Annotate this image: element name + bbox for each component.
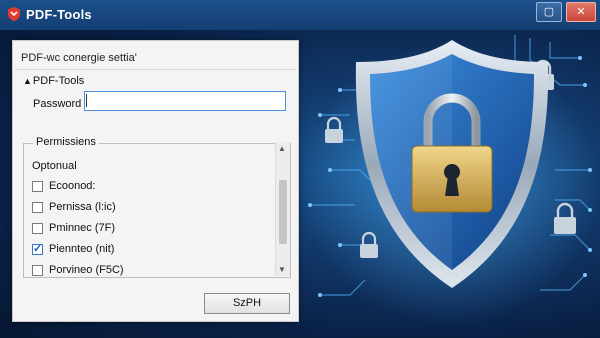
- list-header: Optonual: [32, 160, 77, 172]
- permissions-group: Permissiens Optonual Ecoonod: Pernissa (…: [23, 136, 291, 278]
- checkbox[interactable]: [32, 223, 43, 234]
- collapse-arrow-icon[interactable]: ▲: [23, 76, 32, 86]
- password-input[interactable]: [84, 91, 286, 111]
- app-window: PDF-Tools ▢ ✕ PDF-wc conergie settia' ▲P…: [0, 0, 600, 338]
- item-label: Pminnec (7F): [49, 222, 116, 234]
- list-scrollbar[interactable]: ▲ ▼: [275, 142, 290, 276]
- item-label: Piennteo (nit): [49, 243, 115, 255]
- scroll-thumb[interactable]: [279, 180, 287, 244]
- section-header[interactable]: ▲PDF-Tools: [23, 75, 84, 87]
- password-label: Password: [33, 98, 82, 110]
- permissions-label: Permissiens: [33, 136, 99, 148]
- close-button[interactable]: ✕: [566, 2, 596, 22]
- item-label: Pernissa (l:ic): [49, 201, 116, 213]
- permissions-list: Optonual Ecoonod: Pernissa (l:ic) Pminne…: [30, 156, 271, 276]
- title-bar[interactable]: PDF-Tools ▢ ✕: [0, 0, 600, 30]
- scroll-up-icon[interactable]: ▲: [278, 144, 286, 153]
- checkbox[interactable]: [32, 181, 43, 192]
- checkbox[interactable]: [32, 265, 43, 276]
- dialog-title: PDF-wc conergie settia': [21, 52, 137, 64]
- divider: [15, 69, 296, 70]
- scroll-down-icon[interactable]: ▼: [278, 265, 286, 274]
- settings-dialog: PDF-wc conergie settia' ▲PDF-Tools Passw…: [12, 40, 299, 322]
- checkbox-checked[interactable]: [32, 242, 43, 255]
- text-caret: [86, 94, 87, 107]
- maximize-button[interactable]: ▢: [536, 2, 562, 22]
- security-artwork: [300, 35, 600, 325]
- item-label: Ecoonod:: [49, 180, 96, 192]
- item-label: Porvineo (F5C): [49, 264, 124, 276]
- ok-button[interactable]: SzPH: [204, 293, 290, 314]
- section-label: PDF-Tools: [32, 75, 85, 87]
- checkbox[interactable]: [32, 202, 43, 213]
- pdf-shield-icon: [8, 7, 20, 21]
- window-title: PDF-Tools: [26, 7, 92, 22]
